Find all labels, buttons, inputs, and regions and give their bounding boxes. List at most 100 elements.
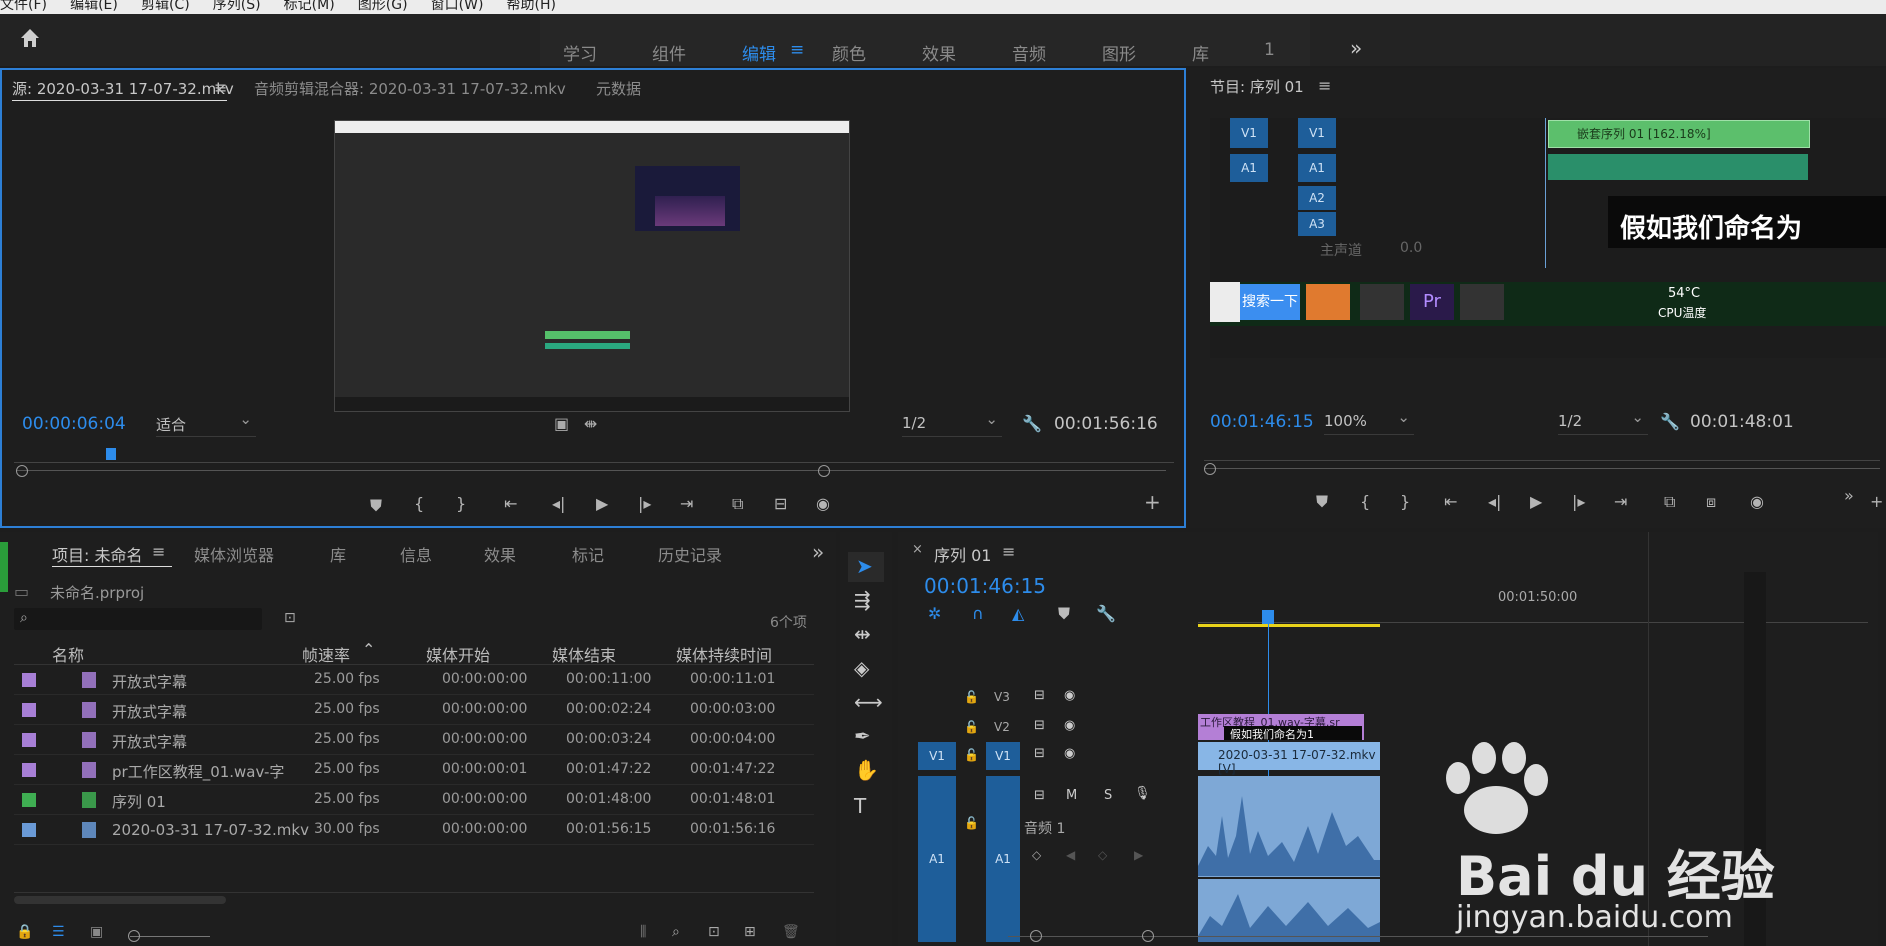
a1-lock-icon[interactable]: 🔓 xyxy=(964,816,979,830)
add-marker-icon[interactable]: ⛊ xyxy=(370,496,382,516)
pen-tool-icon[interactable]: ✒ xyxy=(854,724,871,748)
prog-play-icon[interactable]: ▶ xyxy=(1530,492,1542,511)
project-search-input[interactable]: ⌕ xyxy=(14,608,262,630)
col-media-duration[interactable]: 媒体持续时间 xyxy=(676,642,772,666)
project-h-scrollbar[interactable] xyxy=(14,896,226,904)
v1-sync-icon[interactable]: ⊟ xyxy=(1034,746,1045,761)
source-timecode[interactable]: 00:00:06:04 xyxy=(22,414,126,434)
step-forward-icon[interactable]: |▸ xyxy=(638,494,651,513)
prog-audio-clip[interactable] xyxy=(1548,154,1808,180)
drag-video-icon[interactable]: ⇼ xyxy=(584,414,597,433)
extract-icon[interactable]: ⧈ xyxy=(1706,492,1716,512)
menu-sequence[interactable]: 序列(S) xyxy=(213,0,261,13)
project-menu-icon[interactable]: ≡ xyxy=(152,542,165,561)
a1-mic-icon[interactable]: 🎙 xyxy=(1134,786,1151,801)
insert-icon[interactable]: ⧉ xyxy=(732,494,743,514)
col-name[interactable]: 名称 xyxy=(52,642,84,666)
col-media-end[interactable]: 媒体结束 xyxy=(552,642,616,666)
add-button-icon[interactable]: + xyxy=(1144,490,1161,514)
prog-mark-in-icon[interactable]: { xyxy=(1360,492,1370,511)
nest-icon[interactable]: ✲ xyxy=(928,604,941,623)
timeline-timecode[interactable]: 00:01:46:15 xyxy=(924,574,1046,598)
ws-tab-effects[interactable]: 效果 xyxy=(922,40,956,65)
fit-dropdown[interactable]: 适合 xyxy=(156,410,256,437)
slip-tool-icon[interactable]: ⟷ xyxy=(854,690,883,714)
close-tab-icon[interactable]: × xyxy=(912,542,923,557)
zoom-slider[interactable] xyxy=(130,936,210,937)
tab-media-browser[interactable]: 媒体浏览器 xyxy=(194,542,274,566)
trash-icon[interactable]: 🗑 xyxy=(782,924,800,940)
lock-icon[interactable]: 🔒 xyxy=(16,924,33,940)
menu-help[interactable]: 帮助(H) xyxy=(507,0,556,13)
tab-audio-clip-mixer[interactable]: 音频剪辑混合器: 2020-03-31 17-07-32.mkv xyxy=(254,78,566,99)
program-panel-menu-icon[interactable]: ≡ xyxy=(1318,76,1331,95)
lift-icon[interactable]: ⧉ xyxy=(1664,492,1675,512)
zoom-dropdown[interactable]: 100% xyxy=(1324,408,1414,435)
v2-sync-icon[interactable]: ⊟ xyxy=(1034,718,1045,733)
tab-info[interactable]: 信息 xyxy=(400,542,432,566)
next-keyframe-icon[interactable]: ▶ xyxy=(1134,848,1143,862)
prog-go-to-in-icon[interactable]: ⇤ xyxy=(1444,492,1457,511)
table-row[interactable]: 开放式字幕 25.00 fps 00:00:00:00 00:00:11:00 00:0… xyxy=(14,666,814,695)
tab-project[interactable]: 项目: 未命名 xyxy=(52,542,142,566)
tab-source[interactable]: 源: 2020-03-31 17-07-32.mkv xyxy=(12,78,234,99)
v2-eye-icon[interactable]: ◉ xyxy=(1064,718,1075,733)
v1-source-patch[interactable]: V1 xyxy=(918,742,956,770)
a1-source-patch[interactable]: A1 xyxy=(918,776,956,942)
prog-step-back-icon[interactable]: ◂| xyxy=(1488,492,1501,511)
label-color-chip[interactable] xyxy=(22,823,36,837)
camera-icon[interactable]: ◉ xyxy=(816,494,830,513)
prog-track-v1[interactable]: V1 xyxy=(1298,118,1336,148)
wrench-icon[interactable]: 🔧 xyxy=(1022,414,1042,433)
prog-track-a1-src[interactable]: A1 xyxy=(1230,154,1268,182)
source-playhead[interactable] xyxy=(106,448,116,460)
caption-clip[interactable]: 工作区教程_01.wav-字幕.sr 假如我们命名为1 xyxy=(1198,714,1364,740)
prog-mark-out-icon[interactable]: } xyxy=(1400,492,1410,511)
tab-libraries[interactable]: 库 xyxy=(330,542,346,566)
new-bin-from-search-icon[interactable]: ⊡ xyxy=(284,610,296,626)
program-zoom-bar[interactable] xyxy=(1204,468,1880,469)
prog-track-a3[interactable]: A3 xyxy=(1298,212,1336,236)
step-back-icon[interactable]: ◂| xyxy=(552,494,565,513)
menu-marker[interactable]: 标记(M) xyxy=(284,0,335,13)
snap-icon[interactable]: ∩ xyxy=(972,604,984,623)
menu-window[interactable]: 窗口(W) xyxy=(431,0,484,13)
prog-go-to-out-icon[interactable]: ⇥ xyxy=(1614,492,1627,511)
v2-lock-icon[interactable]: 🔓 xyxy=(964,720,979,734)
prog-more-icon[interactable]: » xyxy=(1844,486,1854,505)
linked-selection-icon[interactable]: ◭ xyxy=(1012,604,1024,623)
program-res-dropdown[interactable]: 1/2 xyxy=(1558,408,1648,435)
mark-in-icon[interactable]: { xyxy=(414,494,424,513)
type-tool-icon[interactable]: T xyxy=(854,794,866,818)
program-wrench-icon[interactable]: 🔧 xyxy=(1660,412,1680,431)
a1-sync-icon[interactable]: ⊟ xyxy=(1034,788,1045,803)
timeline-scroll-handle-left[interactable] xyxy=(1030,930,1042,942)
audio-clip[interactable] xyxy=(1198,776,1380,942)
export-frame-icon[interactable]: ▣ xyxy=(554,414,569,433)
list-view-icon[interactable]: ☰ xyxy=(52,924,65,940)
prog-track-a1[interactable]: A1 xyxy=(1298,154,1336,182)
prev-keyframe-icon[interactable]: ◀ xyxy=(1066,848,1075,862)
prog-add-marker-icon[interactable]: ⛊ xyxy=(1316,492,1328,512)
ws-tab-color[interactable]: 颜色 xyxy=(832,40,866,65)
table-row[interactable]: pr工作区教程_01.wav-字 25.00 fps 00:00:00:01 00:0… xyxy=(14,756,814,785)
col-media-start[interactable]: 媒体开始 xyxy=(426,642,490,666)
automate-icon[interactable]: ⫼ xyxy=(640,924,646,940)
timeline-marker-icon[interactable]: ⛊ xyxy=(1058,604,1070,624)
label-color-chip[interactable] xyxy=(22,673,36,687)
program-timecode[interactable]: 00:01:46:15 xyxy=(1210,412,1314,432)
timeline-scroll-handle-right[interactable] xyxy=(1142,930,1154,942)
play-icon[interactable]: ▶ xyxy=(596,494,608,513)
menu-clip[interactable]: 剪辑(C) xyxy=(141,0,190,13)
v1-target[interactable]: V1 xyxy=(986,742,1020,770)
prog-camera-icon[interactable]: ◉ xyxy=(1750,492,1764,511)
project-more-icon[interactable]: » xyxy=(812,540,824,564)
tab-sequence[interactable]: 序列 01 xyxy=(934,542,991,566)
hand-tool-icon[interactable]: ✋ xyxy=(854,758,879,782)
menu-file[interactable]: 文件(F) xyxy=(0,0,47,13)
tab-effects[interactable]: 效果 xyxy=(484,542,516,566)
col-fps[interactable]: 帧速率 xyxy=(302,642,350,666)
prog-nested-clip[interactable]: 嵌套序列 01 [162.18%] xyxy=(1548,120,1810,148)
work-area-bar[interactable] xyxy=(1198,624,1380,627)
ws-tab-libraries[interactable]: 库 xyxy=(1192,40,1209,65)
